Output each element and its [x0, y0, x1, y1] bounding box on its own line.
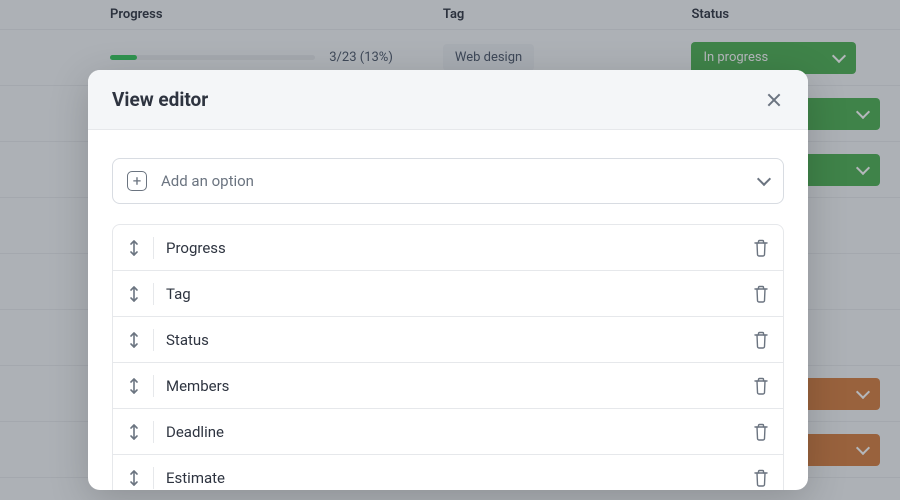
delete-button[interactable]: [753, 423, 769, 441]
separator: [153, 329, 154, 351]
add-option-label: Add an option: [161, 172, 254, 190]
field-row-estimate[interactable]: Estimate: [113, 455, 783, 490]
modal-header: View editor: [88, 70, 808, 130]
field-label: Tag: [166, 285, 191, 303]
field-label: Estimate: [166, 469, 225, 487]
close-icon: [766, 92, 782, 108]
field-row-progress[interactable]: Progress: [113, 225, 783, 271]
field-row-status[interactable]: Status: [113, 317, 783, 363]
drag-handle-icon[interactable]: [127, 239, 141, 257]
field-row-deadline[interactable]: Deadline: [113, 409, 783, 455]
plus-icon: [127, 171, 147, 191]
delete-button[interactable]: [753, 285, 769, 303]
field-row-tag[interactable]: Tag: [113, 271, 783, 317]
field-label: Members: [166, 377, 229, 395]
separator: [153, 283, 154, 305]
field-label: Deadline: [166, 423, 224, 441]
drag-handle-icon[interactable]: [127, 423, 141, 441]
modal-body: Add an option Progress Tag: [88, 130, 808, 490]
view-editor-modal: View editor Add an option Progress: [88, 70, 808, 490]
modal-title: View editor: [112, 88, 208, 111]
add-option-dropdown[interactable]: Add an option: [112, 158, 784, 204]
delete-button[interactable]: [753, 469, 769, 487]
drag-handle-icon[interactable]: [127, 377, 141, 395]
field-list: Progress Tag Status: [112, 224, 784, 490]
drag-handle-icon[interactable]: [127, 331, 141, 349]
separator: [153, 237, 154, 259]
separator: [153, 421, 154, 443]
separator: [153, 467, 154, 489]
field-row-members[interactable]: Members: [113, 363, 783, 409]
field-label: Status: [166, 331, 209, 349]
close-button[interactable]: [764, 90, 784, 110]
delete-button[interactable]: [753, 239, 769, 257]
delete-button[interactable]: [753, 377, 769, 395]
drag-handle-icon[interactable]: [127, 285, 141, 303]
separator: [153, 375, 154, 397]
delete-button[interactable]: [753, 331, 769, 349]
field-label: Progress: [166, 239, 226, 257]
chevron-down-icon: [757, 172, 771, 186]
drag-handle-icon[interactable]: [127, 469, 141, 487]
